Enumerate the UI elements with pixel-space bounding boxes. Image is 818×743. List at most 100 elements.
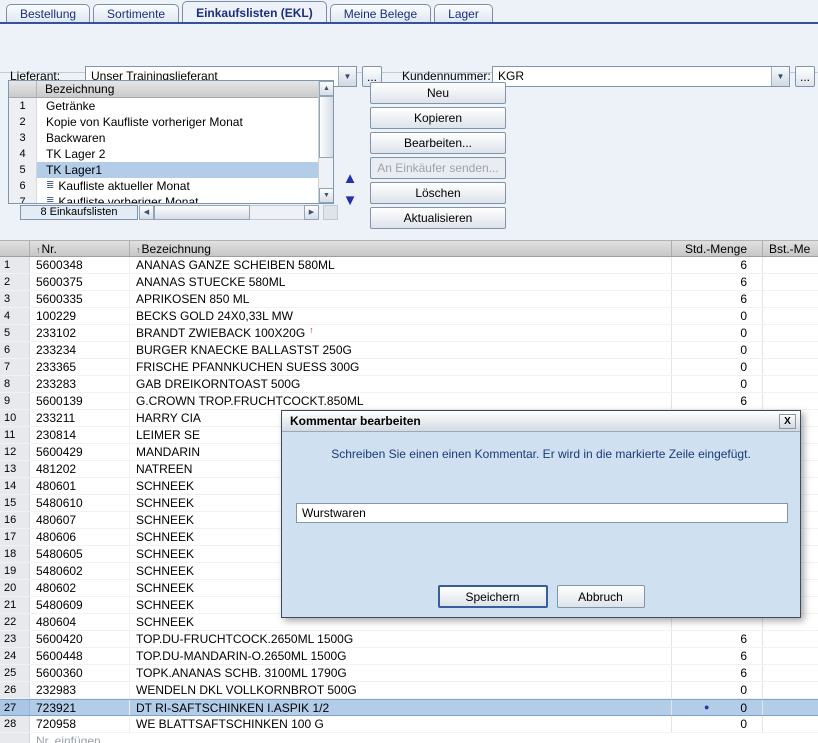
move-up-button[interactable]: ▲	[340, 169, 360, 189]
neu-button[interactable]: Neu	[370, 82, 506, 104]
row-number: 8	[0, 376, 30, 392]
kopieren-button[interactable]: Kopieren	[370, 107, 506, 129]
ekl-list-item[interactable]: 7≣Kaufliste vorheriger Monat	[9, 194, 319, 204]
bst-menge-column-header[interactable]: Bst.-Me	[763, 241, 818, 256]
horizontal-scrollbar[interactable]: ◀ ▶	[139, 205, 319, 220]
list-item-content: Kopie von Kaufliste vorheriger Monat	[37, 114, 319, 130]
row-number: 5	[9, 162, 37, 178]
cell-nr: 5480602	[30, 563, 130, 579]
cell-nr: 5600375	[30, 274, 130, 290]
kundennummer-value: KGR	[493, 67, 771, 86]
cell-nr: 233234	[30, 342, 130, 358]
ekl-list-item[interactable]: 2Kopie von Kaufliste vorheriger Monat	[9, 114, 319, 130]
cell-nr: 5600348	[30, 257, 130, 273]
table-row[interactable]: 8233283GAB DREIKORNTOAST 500G0	[0, 376, 818, 393]
table-row[interactable]: 5233102BRANDT ZWIEBACK 100X20G↑0	[0, 325, 818, 342]
ekl-list-item[interactable]: 6≣Kaufliste aktueller Monat	[9, 178, 319, 194]
table-row[interactable]: 7233365FRISCHE PFANNKUCHEN SUESS 300G0	[0, 359, 818, 376]
list-item-content: ≣Kaufliste vorheriger Monat	[37, 194, 319, 204]
table-row[interactable]: 15600348ANANAS GANZE SCHEIBEN 580ML6	[0, 257, 818, 274]
cell-nr: 100229	[30, 308, 130, 324]
ekl-list-item[interactable]: 1Getränke	[9, 98, 319, 114]
an-eink-ufer-senden-button[interactable]: An Einkäufer senden...	[370, 157, 506, 179]
tab-einkaufslisten-ekl[interactable]: Einkaufslisten (EKL)	[182, 1, 327, 23]
table-row[interactable]: 25600375ANANAS STUECKE 580ML6	[0, 274, 818, 291]
cell-bst-menge	[763, 376, 818, 392]
cell-bst-menge	[763, 716, 818, 732]
scroll-right-icon[interactable]: ▶	[304, 205, 319, 220]
bezeichnung-text: SCHNEEK	[136, 512, 194, 528]
row-number: 22	[0, 614, 30, 630]
cell-std-menge: 0	[672, 716, 763, 732]
table-row[interactable]: 6233234BURGER KNAECKE BALLASTST 250G0	[0, 342, 818, 359]
kundennummer-combobox[interactable]: KGR ▼	[492, 66, 790, 87]
cell-bst-menge	[763, 359, 818, 375]
table-row[interactable]: 35600335APRIKOSEN 850 ML6	[0, 291, 818, 308]
std-menge-value: 6	[740, 291, 747, 307]
save-button[interactable]: Speichern	[438, 585, 548, 608]
cell-nr: 480604	[30, 614, 130, 630]
tab-label: Einkaufslisten (EKL)	[196, 6, 313, 20]
cell-nr: 5600448	[30, 648, 130, 664]
chevron-down-icon[interactable]: ▼	[771, 67, 789, 86]
list-item-label: Getränke	[46, 99, 95, 113]
ekl-list-item[interactable]: 3Backwaren	[9, 130, 319, 146]
aktualisieren-button[interactable]: Aktualisieren	[370, 207, 506, 229]
scroll-left-icon[interactable]: ◀	[139, 205, 154, 220]
tab-meine-belege[interactable]: Meine Belege	[330, 4, 431, 23]
cell-nr: 233365	[30, 359, 130, 375]
bezeichnung-column-header[interactable]: Bezeichnung	[37, 81, 122, 97]
row-number: 3	[9, 130, 37, 146]
table-row[interactable]: 245600448TOP.DU-MANDARIN-O.2650ML 1500G6	[0, 648, 818, 665]
nr-column-header[interactable]: ↑Nr.	[30, 241, 130, 256]
close-icon[interactable]: X	[779, 414, 796, 429]
ekl-list-item[interactable]: 4TK Lager 2	[9, 146, 319, 162]
table-row[interactable]: 255600360TOPK.ANANAS SCHB. 3100ML 1790G6	[0, 665, 818, 682]
row-number: 15	[0, 495, 30, 511]
insert-row[interactable]: Nr. einfügen	[0, 733, 818, 743]
std-menge-value: 0	[740, 716, 747, 732]
vertical-scrollbar[interactable]: ▲ ▼	[318, 81, 333, 203]
cell-std-menge: 0	[672, 308, 763, 324]
l-schen-button[interactable]: Löschen	[370, 182, 506, 204]
table-row[interactable]: 235600420TOP.DU-FRUCHTCOCK.2650ML 1500G6	[0, 631, 818, 648]
cell-bst-menge	[763, 325, 818, 341]
cell-bezeichnung: BRANDT ZWIEBACK 100X20G↑	[130, 325, 672, 341]
std-menge-column-header[interactable]: Std.-Menge	[672, 241, 763, 256]
cell-bst-menge	[763, 631, 818, 647]
tab-sortimente[interactable]: Sortimente	[93, 4, 179, 23]
cell-bezeichnung: BURGER KNAECKE BALLASTST 250G	[130, 342, 672, 358]
tab-bestellung[interactable]: Bestellung	[6, 4, 90, 23]
table-row[interactable]: 95600139G.CROWN TROP.FRUCHTCOCKT.850ML6	[0, 393, 818, 410]
dialog-titlebar[interactable]: Kommentar bearbeiten X	[282, 411, 800, 432]
cell-nr: 480607	[30, 512, 130, 528]
scrollbar-thumb[interactable]	[319, 96, 334, 158]
table-row[interactable]: 27723921DT RI-SAFTSCHINKEN I.ASPIK 1/2●0	[0, 699, 818, 716]
chevron-down-icon[interactable]: ▼	[338, 67, 356, 86]
table-row[interactable]: 26232983WENDELN DKL VOLLKORNBROT 500G0	[0, 682, 818, 699]
list-item-label: TK Lager1	[46, 163, 102, 177]
list-item-content: ≣Kaufliste aktueller Monat	[37, 178, 319, 194]
cell-bezeichnung: DT RI-SAFTSCHINKEN I.ASPIK 1/2	[130, 700, 672, 715]
list-item-label: TK Lager 2	[46, 147, 105, 161]
scrollbar-thumb[interactable]	[154, 205, 250, 220]
bezeichnung-text: MANDARIN	[136, 444, 200, 460]
move-down-button[interactable]: ▼	[340, 191, 360, 211]
cancel-button[interactable]: Abbruch	[557, 585, 645, 608]
bezeichnung-text: NATREEN	[136, 461, 192, 477]
row-number: 2	[0, 274, 30, 290]
scroll-down-icon[interactable]: ▼	[319, 188, 334, 203]
cell-std-menge: 0	[672, 376, 763, 392]
table-row[interactable]: 28720958WE BLATTSAFTSCHINKEN 100 G0	[0, 716, 818, 733]
scroll-up-icon[interactable]: ▲	[319, 81, 334, 96]
table-row[interactable]: 4100229BECKS GOLD 24X0,33L MW0	[0, 308, 818, 325]
kundennummer-more-button[interactable]: ...	[795, 66, 815, 87]
bezeichnung-column-header[interactable]: ↑Bezeichnung	[130, 241, 672, 256]
tab-lager[interactable]: Lager	[434, 4, 493, 23]
cell-bezeichnung: TOP.DU-FRUCHTCOCK.2650ML 1500G	[130, 631, 672, 647]
cell-std-menge: 0	[672, 325, 763, 341]
comment-input[interactable]	[296, 503, 788, 523]
ekl-list-item[interactable]: 5 TK Lager1	[9, 162, 319, 178]
ekl-list-header: Bezeichnung	[9, 81, 333, 98]
bearbeiten-button[interactable]: Bearbeiten...	[370, 132, 506, 154]
